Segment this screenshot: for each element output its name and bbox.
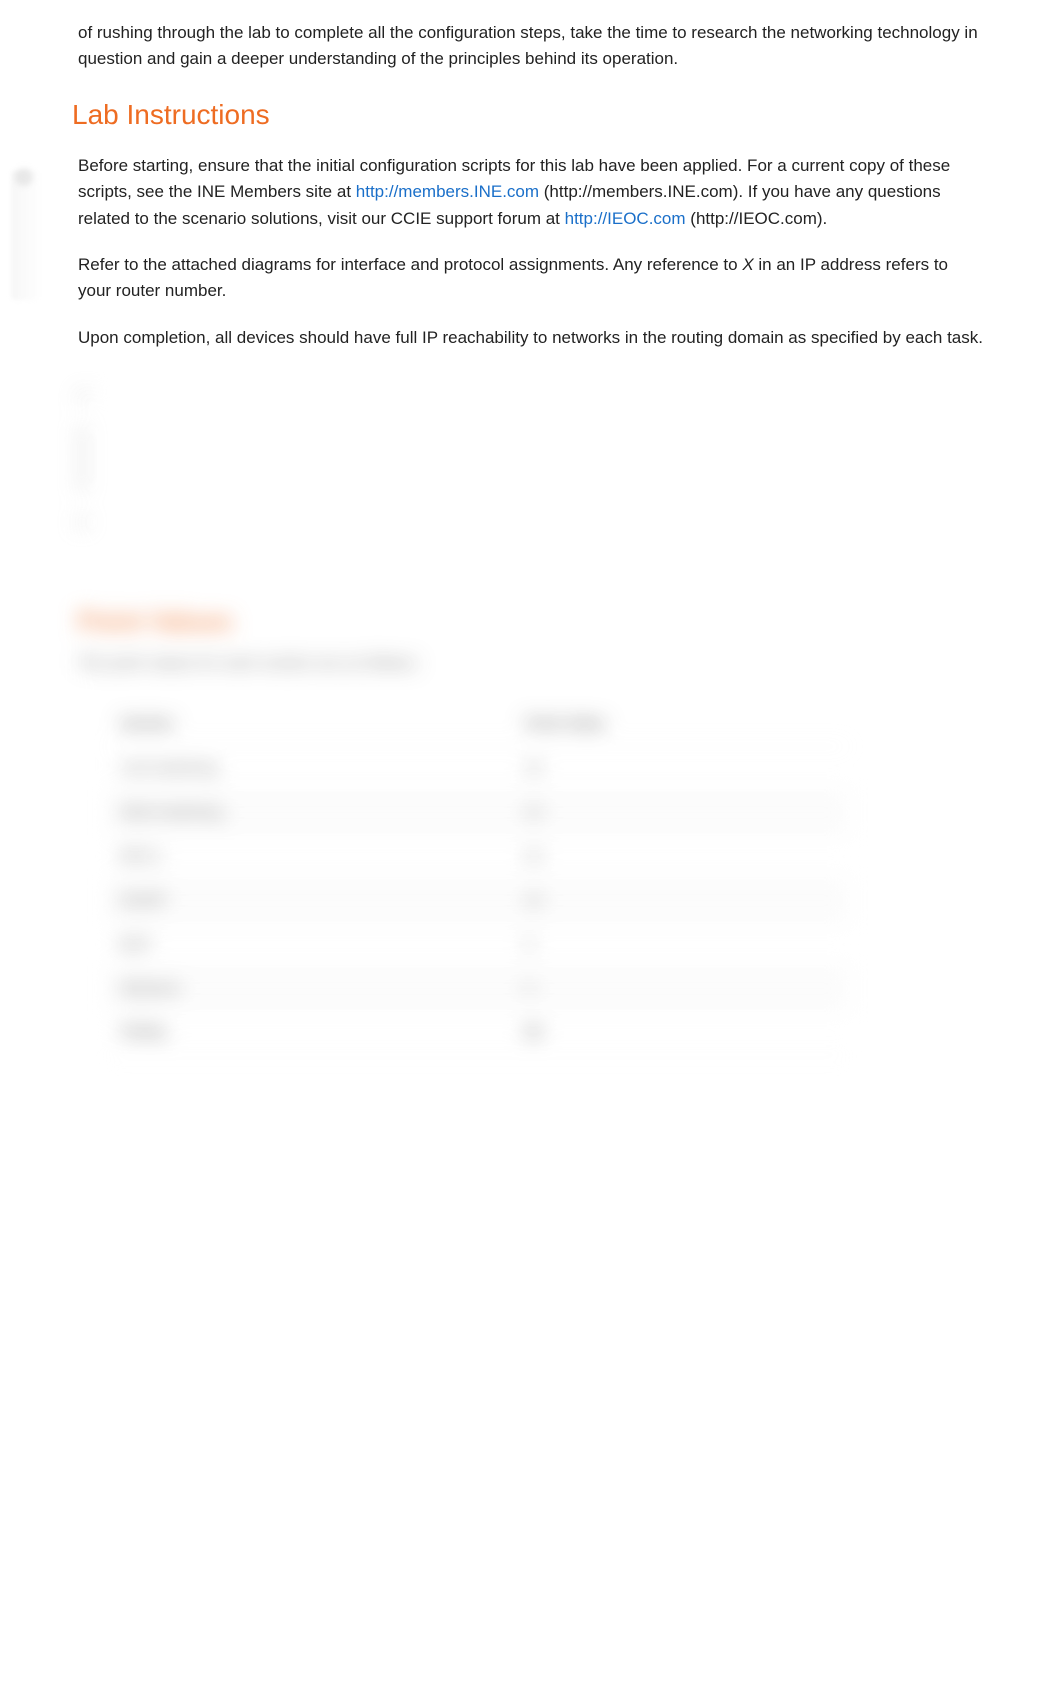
members-link[interactable]: http://members.INE.com	[356, 182, 539, 201]
point-values-heading: Point Values	[78, 606, 984, 637]
variable-x: X	[742, 255, 753, 274]
lab-p2-prefix: Refer to the attached diagrams for inter…	[78, 255, 742, 274]
table-cell-section: LAN Switching	[108, 747, 513, 791]
table-cell-section: EIGRP	[108, 879, 513, 923]
table-cell-section: BGP	[108, 923, 513, 967]
table-cell-points: 10	[513, 747, 848, 791]
point-values-subtext: The point values for each section are as…	[78, 655, 984, 673]
table-row: MPLS 10	[108, 835, 848, 879]
table-cell-points: 5	[513, 923, 848, 967]
paywall-blurred-content: Point Values The point values for each s…	[78, 391, 984, 1055]
table-totals-label: TOTAL	[108, 1011, 513, 1055]
document-content: of rushing through the lab to complete a…	[0, 0, 1062, 1095]
lab-paragraph-1: Before starting, ensure that the initial…	[78, 153, 984, 232]
point-values-table: Section Point Value LAN Switching 10 WAN…	[108, 701, 848, 1055]
table-row: LAN Switching 10	[108, 747, 848, 791]
table-row-totals: TOTAL 50	[108, 1011, 848, 1055]
blurred-bullets	[78, 391, 984, 526]
table-cell-points: 5	[513, 967, 848, 1011]
lab-instructions-heading: Lab Instructions	[72, 99, 984, 131]
table-cell-points: 10	[513, 835, 848, 879]
table-cell-points: 10	[513, 879, 848, 923]
table-cell-points: 10	[513, 791, 848, 835]
table-cell-section: Multicast	[108, 967, 513, 1011]
table-row: EIGRP 10	[108, 879, 848, 923]
side-tab-handle[interactable]	[11, 170, 39, 300]
table-cell-section: MPLS	[108, 835, 513, 879]
ieoc-link[interactable]: http://IEOC.com	[565, 209, 686, 228]
table-cell-section: WAN Switching	[108, 791, 513, 835]
table-head-section: Section	[108, 701, 513, 747]
lab-paragraph-3: Upon completion, all devices should have…	[78, 325, 984, 351]
intro-paragraph: of rushing through the lab to complete a…	[78, 20, 984, 71]
lab-paragraph-2: Refer to the attached diagrams for inter…	[78, 252, 984, 305]
table-row: WAN Switching 10	[108, 791, 848, 835]
lab-p1-paren2: (http://IEOC.com).	[686, 209, 828, 228]
table-totals-value: 50	[513, 1011, 848, 1055]
table-row: BGP 5	[108, 923, 848, 967]
table-head-points: Point Value	[513, 701, 848, 747]
table-row: Multicast 5	[108, 967, 848, 1011]
